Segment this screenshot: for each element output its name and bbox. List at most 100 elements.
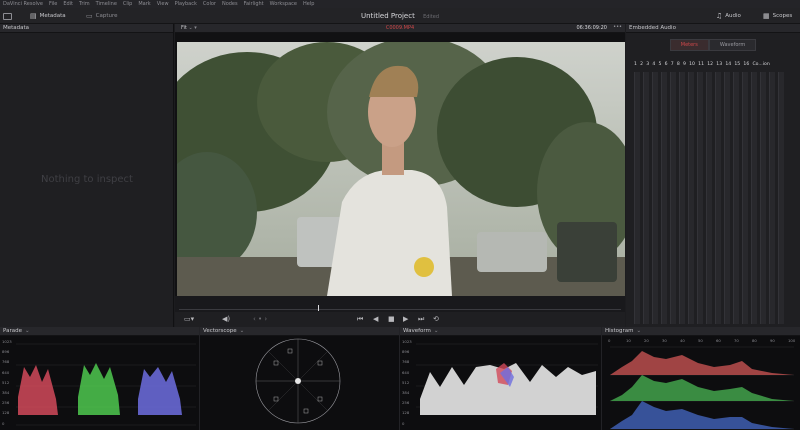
channel-number: 8 <box>676 62 680 67</box>
channel-number: 11 <box>698 62 705 67</box>
menu-item-help[interactable]: Help <box>303 1 314 7</box>
stop-icon[interactable]: ■ <box>388 315 395 323</box>
parade-scope: Parade ⌄ 1023 896 768 640 512 384 256 128 0 <box>0 327 200 430</box>
audio-label: Audio <box>725 13 741 19</box>
parade-header: Parade ⌄ <box>0 327 199 336</box>
menu-item-color[interactable]: Color <box>203 1 216 7</box>
audio-meter <box>688 72 694 324</box>
last-frame-icon[interactable]: ⏭ <box>418 315 424 324</box>
audio-meter <box>706 72 712 324</box>
histogram-trace <box>610 346 794 430</box>
channel-number: 7 <box>670 62 674 67</box>
audio-meter <box>643 72 649 324</box>
channel-number: 2 <box>640 62 644 67</box>
menu-item-workspace[interactable]: Workspace <box>270 1 297 7</box>
audio-meters <box>634 72 800 324</box>
video-frame <box>177 42 625 296</box>
metadata-panel-header: Metadata <box>0 24 173 33</box>
histogram-scope: Histogram ⌄ 0 10 20 30 40 50 60 70 80 90 100 <box>602 327 800 430</box>
audio-meter <box>724 72 730 324</box>
project-name: Untitled Project <box>360 12 415 20</box>
menu-item-file[interactable]: File <box>49 1 57 7</box>
viewer[interactable] <box>175 33 625 296</box>
tab-waveform[interactable]: Waveform <box>708 39 757 51</box>
audio-panel-header: Embedded Audio <box>626 24 800 33</box>
menu-item-mark[interactable]: Mark <box>138 1 150 7</box>
menu-item-davinci-resolve[interactable]: DaVinci Resolve <box>3 1 43 7</box>
project-status: Edited <box>423 14 440 20</box>
timeline-scrubber[interactable] <box>175 296 625 312</box>
chevron-down-icon[interactable]: ⌄ <box>434 328 439 334</box>
audio-meter <box>670 72 676 324</box>
vectorscope: Vectorscope ⌄ <box>200 327 400 430</box>
menu-item-playback[interactable]: Playback <box>175 1 197 7</box>
scopes-button[interactable]: ▦ Scopes <box>763 11 792 21</box>
first-frame-icon[interactable]: ⏮ <box>357 315 363 324</box>
menu-item-fairlight[interactable]: Fairlight <box>244 1 264 7</box>
viewer-mode-icon[interactable]: ▭▾ <box>184 315 194 323</box>
clip-name: C0009.MP4 <box>385 25 415 31</box>
waveform-title: Waveform <box>403 328 431 334</box>
vectorscope-header: Vectorscope ⌄ <box>200 327 399 336</box>
channel-number: 12 <box>707 62 714 67</box>
channel-number: 6 <box>664 62 668 67</box>
channel-numbers: 1 2 3 4 5 6 7 8 9 10 11 12 13 14 15 16 Co...ion <box>634 62 770 67</box>
waveform-trace <box>416 343 598 415</box>
channel-number: 13 <box>716 62 723 67</box>
channel-number: 4 <box>652 62 656 67</box>
menu-item-edit[interactable]: Edit <box>63 1 73 7</box>
play-icon[interactable]: ▶ <box>403 315 408 323</box>
menu-item-nodes[interactable]: Nodes <box>222 1 238 7</box>
waveform-scope: Waveform ⌄ 1023 896 768 640 512 384 256 128 0 <box>400 327 602 430</box>
tab-meters[interactable]: Meters <box>669 39 709 51</box>
jog-dots-icon[interactable]: ‹ • › <box>253 315 267 323</box>
menu-item-timeline[interactable]: Timeline <box>96 1 117 7</box>
menu-item-view[interactable]: View <box>157 1 169 7</box>
parade-title: Parade <box>3 328 22 334</box>
menu-bar: DaVinci Resolve File Edit Trim Timeline Clip M… <box>0 0 800 8</box>
audio-meter <box>742 72 748 324</box>
audio-meter <box>760 72 766 324</box>
audio-meter <box>751 72 757 324</box>
more-options-icon[interactable]: ••• <box>613 24 622 30</box>
channel-number: 10 <box>689 62 695 67</box>
channel-number: Co...ion <box>752 62 770 67</box>
chevron-down-icon[interactable]: ⌄ <box>637 328 642 334</box>
speaker-icon[interactable]: ◀) <box>222 315 230 323</box>
audio-panel-title: Embedded Audio <box>629 25 676 31</box>
audio-meter <box>652 72 658 324</box>
menu-item-clip[interactable]: Clip <box>123 1 132 7</box>
empty-state-text: Nothing to inspect <box>41 174 133 185</box>
loop-icon[interactable]: ⟲ <box>433 315 439 323</box>
channel-number: 14 <box>725 62 732 67</box>
channel-number: 15 <box>734 62 741 67</box>
audio-button[interactable]: ♫ Audio <box>716 11 741 21</box>
chevron-down-icon[interactable]: ⌄ <box>25 328 30 334</box>
channel-number: 5 <box>658 62 662 67</box>
audio-meter <box>733 72 739 324</box>
channel-number: 9 <box>683 62 686 67</box>
scrub-track <box>179 309 621 310</box>
audio-meter <box>715 72 721 324</box>
music-note-icon: ♫ <box>716 12 723 20</box>
vectorscope-title: Vectorscope <box>203 328 237 334</box>
chevron-down-icon[interactable]: ⌄ <box>240 328 245 334</box>
audio-meter <box>769 72 775 324</box>
transport-controls: ▭▾ ◀) ‹ • › ⏮ ◀ ■ ▶ ⏭ ⟲ <box>175 312 625 327</box>
audio-tabs: Meters Waveform <box>626 39 800 51</box>
timecode: 06:36:09:20 <box>576 25 607 31</box>
playhead[interactable] <box>318 305 319 311</box>
scopes-icon: ▦ <box>763 12 770 20</box>
scopes-label: Scopes <box>772 13 793 19</box>
menu-item-trim[interactable]: Trim <box>79 1 90 7</box>
channel-number: 16 <box>743 62 750 67</box>
video-frame-image <box>177 42 625 296</box>
viewer-header: Fit ⌄ ▾ C0009.MP4 06:36:09:20 ••• <box>175 24 625 33</box>
toolbar: ▤ Metadata ▭ Capture Untitled Project Ed… <box>0 8 800 24</box>
audio-meter <box>661 72 667 324</box>
audio-meter <box>679 72 685 324</box>
parade-graph: 1023 896 768 640 512 384 256 128 0 <box>0 337 199 430</box>
parade-trace <box>16 343 196 426</box>
reverse-play-icon[interactable]: ◀ <box>373 315 378 323</box>
waveform-header: Waveform ⌄ <box>400 327 601 336</box>
